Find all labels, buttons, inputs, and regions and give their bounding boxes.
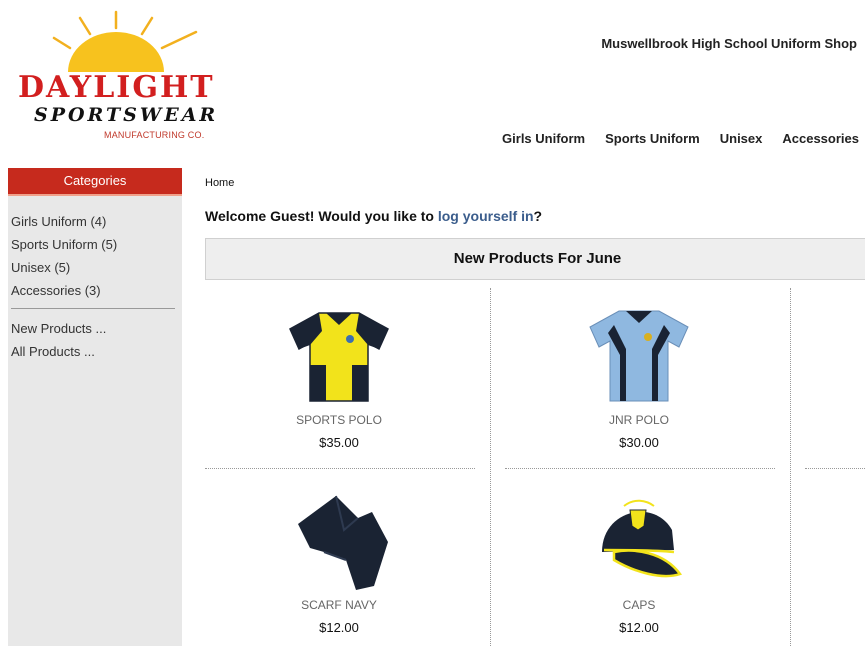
product-card: JNR POLO $30.00 [519, 305, 759, 450]
grid-divider [790, 288, 791, 646]
product-name[interactable]: JNR POLO [519, 413, 759, 427]
top-nav: Girls Uniform Sports Uniform Unisex Acce… [502, 131, 859, 146]
nav-girls-uniform[interactable]: Girls Uniform [502, 131, 585, 146]
new-products-link[interactable]: New Products ... [11, 317, 179, 340]
divider [11, 308, 175, 309]
product-card: CAPS $12.00 [519, 490, 759, 635]
nav-sports-uniform[interactable]: Sports Uniform [605, 131, 700, 146]
section-title: New Products For June [205, 238, 865, 280]
navy-yellow-cap-icon[interactable] [584, 490, 694, 590]
grid-divider [805, 468, 865, 469]
brand-name: DAYLIGHT [18, 70, 215, 105]
product-price: $35.00 [319, 435, 359, 450]
category-unisex[interactable]: Unisex (5) [11, 256, 179, 279]
sidebar: Categories Girls Uniform (4) Sports Unif… [8, 168, 182, 646]
product-name[interactable]: SPORTS POLO [219, 413, 459, 427]
light-blue-polo-shirt-icon[interactable] [584, 305, 694, 405]
brand-tagline: MANUFACTURING CO. [104, 130, 205, 140]
grid-divider [505, 468, 775, 469]
welcome-prefix: Welcome Guest! Would you like to [205, 208, 438, 224]
brand-subname: SPORTSWEAR [34, 104, 219, 126]
welcome-suffix: ? [533, 208, 543, 224]
product-price: $30.00 [619, 435, 659, 450]
nav-unisex[interactable]: Unisex [720, 131, 763, 146]
all-products-link[interactable]: All Products ... [11, 340, 179, 363]
product-card: SCARF NAVY $12.00 [219, 490, 459, 635]
navy-scarf-icon[interactable] [284, 490, 394, 590]
product-price: $12.00 [319, 620, 359, 635]
yellow-navy-polo-shirt-icon[interactable] [284, 305, 394, 405]
categories-header: Categories [8, 168, 182, 196]
product-card: SPORTS POLO $35.00 [219, 305, 459, 450]
daylight-sportswear-logo[interactable]: DAYLIGHT SPORTSWEAR MANUFACTURING CO. [8, 10, 223, 145]
main-content: Home Welcome Guest! Would you like to lo… [205, 168, 865, 646]
shop-name: Muswellbrook High School Uniform Shop [601, 36, 857, 51]
welcome-message: Welcome Guest! Would you like to log you… [205, 208, 542, 224]
category-accessories[interactable]: Accessories (3) [11, 279, 179, 302]
product-name[interactable]: SCARF NAVY [219, 598, 459, 612]
site-header: DAYLIGHT SPORTSWEAR MANUFACTURING CO. Mu… [0, 0, 865, 165]
breadcrumb-home[interactable]: Home [205, 177, 234, 189]
login-link[interactable]: log yourself in [438, 208, 534, 224]
category-sports-uniform[interactable]: Sports Uniform (5) [11, 233, 179, 256]
nav-accessories[interactable]: Accessories [782, 131, 859, 146]
grid-divider [490, 288, 491, 646]
grid-divider [205, 468, 475, 469]
category-list: Girls Uniform (4) Sports Uniform (5) Uni… [8, 196, 182, 363]
category-girls-uniform[interactable]: Girls Uniform (4) [11, 210, 179, 233]
product-price: $12.00 [619, 620, 659, 635]
product-name[interactable]: CAPS [519, 598, 759, 612]
